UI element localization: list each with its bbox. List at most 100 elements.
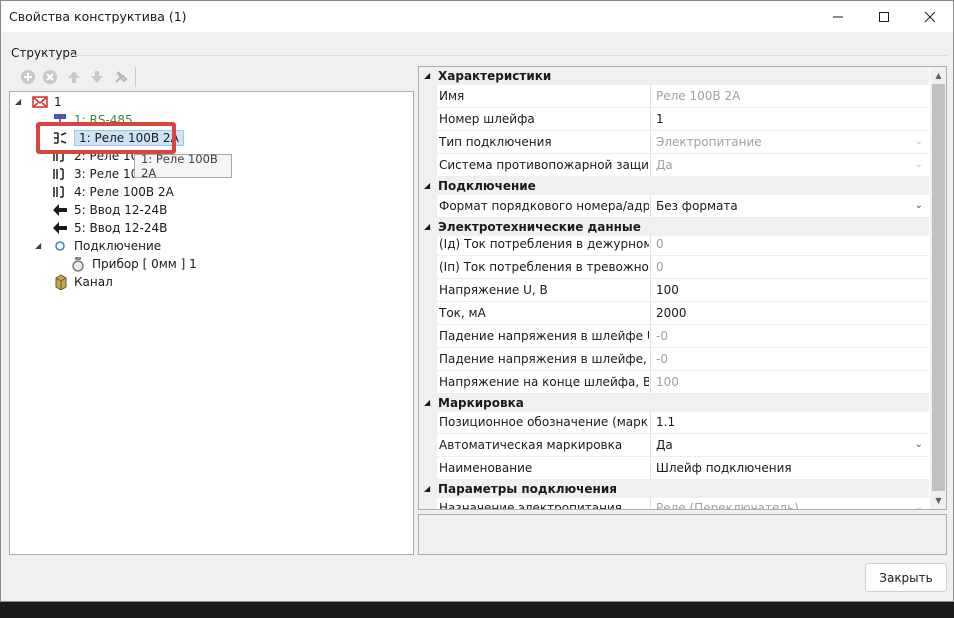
scroll-down-icon[interactable]: ▼ xyxy=(930,492,946,509)
property-description-panel xyxy=(418,514,947,555)
collapse-arrow-icon[interactable]: ◢ xyxy=(424,394,430,412)
row-gutter xyxy=(419,371,437,394)
row-gutter xyxy=(419,131,437,154)
tree-root-label: 1 xyxy=(54,95,62,109)
property-row[interactable]: Система противопожарной защиты Да ⌄ xyxy=(419,154,929,177)
tree-item-label: 5: Ввод 12-24В xyxy=(74,203,168,217)
property-row[interactable]: Номер шлейфа 1 xyxy=(419,108,929,131)
scroll-up-icon[interactable]: ▲ xyxy=(930,67,946,84)
property-row[interactable]: Автоматическая маркировка Да ⌄ xyxy=(419,434,929,457)
tree-item[interactable]: 4: Реле 100В 2А xyxy=(52,183,174,201)
envelope-icon xyxy=(32,94,48,110)
tree-item-label: Прибор [ 0мм ] 1 xyxy=(92,257,197,271)
property-row[interactable]: Ток, мА 2000 xyxy=(419,302,929,325)
move-up-icon xyxy=(68,71,80,83)
close-button[interactable]: Закрыть xyxy=(865,563,947,592)
collapse-arrow-icon[interactable]: ◢ xyxy=(424,480,430,498)
row-gutter xyxy=(419,108,437,131)
tree-item[interactable]: 3: Реле 100 xyxy=(52,165,146,183)
property-row[interactable]: (Iп) Ток потребления в тревожном р... 0 xyxy=(419,256,929,279)
row-gutter xyxy=(419,279,437,302)
minimize-button[interactable] xyxy=(815,1,861,32)
input-arrow-icon xyxy=(52,202,68,218)
row-gutter xyxy=(419,325,437,348)
expand-arrow-icon[interactable]: ◢ xyxy=(15,97,21,106)
row-gutter xyxy=(419,302,437,325)
move-down-button[interactable] xyxy=(88,68,106,86)
tree-item[interactable]: 5: Ввод 12-24В xyxy=(52,219,167,237)
category-characteristics[interactable]: ◢ Характеристики xyxy=(419,67,929,85)
category-connection[interactable]: ◢ Подключение xyxy=(419,177,929,195)
row-gutter xyxy=(419,411,437,434)
circle-icon xyxy=(52,238,68,254)
property-grid[interactable]: ◢ Характеристики Имя Реле 100В 2А Номер … xyxy=(418,66,947,510)
property-row[interactable]: Напряжение на конце шлейфа, В 100 xyxy=(419,371,929,394)
tree-item-label: 4: Реле 100В 2А xyxy=(74,185,174,199)
minimize-icon xyxy=(833,16,843,17)
maximize-button[interactable] xyxy=(861,1,907,32)
input-arrow-icon xyxy=(52,220,68,236)
property-row[interactable]: Напряжение U, В 100 xyxy=(419,279,929,302)
relay-icon xyxy=(52,184,68,200)
property-row[interactable]: Тип подключения Электропитание ⌄ xyxy=(419,131,929,154)
category-connection-params[interactable]: ◢ Параметры подключения xyxy=(419,480,929,498)
move-up-button[interactable] xyxy=(65,68,83,86)
row-gutter xyxy=(419,256,437,279)
remove-icon xyxy=(43,70,57,84)
annotation-highlight-box xyxy=(36,122,176,154)
chevron-down-icon[interactable]: ⌄ xyxy=(915,439,923,450)
property-row[interactable]: Падение напряжения в шлейфе Uпа... -0 xyxy=(419,325,929,348)
tooltip: 1: Реле 100В 2А xyxy=(134,152,232,180)
tools-button[interactable] xyxy=(112,68,130,86)
tree-item-label: 5: Ввод 12-24В xyxy=(74,221,168,235)
relay-icon xyxy=(52,166,68,182)
structure-toolbar xyxy=(13,66,413,88)
property-scrollbar[interactable]: ▲ ▼ xyxy=(930,67,946,509)
row-gutter xyxy=(419,457,437,480)
tree-item-label: Подключение xyxy=(74,239,162,253)
expand-arrow-icon[interactable]: ◢ xyxy=(35,241,41,250)
property-row[interactable]: (Iд) Ток потребления в дежурном ре... 0 xyxy=(419,233,929,256)
row-gutter xyxy=(419,434,437,457)
category-marking[interactable]: ◢ Маркировка xyxy=(419,394,929,412)
structure-label: Структура xyxy=(11,46,78,60)
property-row[interactable]: Наименование Шлейф подключения xyxy=(419,457,929,480)
window-title: Свойства конструктива (1) xyxy=(9,9,187,24)
row-gutter xyxy=(419,497,437,509)
maximize-icon xyxy=(879,11,889,22)
tree-item[interactable]: Прибор [ 0мм ] 1 xyxy=(70,255,197,273)
add-button[interactable] xyxy=(19,68,37,86)
toolbar-separator xyxy=(135,67,136,87)
tree-item[interactable]: Канал xyxy=(52,273,113,291)
tree-item-connection[interactable]: Подключение xyxy=(52,237,161,255)
group-divider xyxy=(71,55,947,56)
chevron-down-icon: ⌄ xyxy=(914,136,923,147)
close-window-button[interactable] xyxy=(907,1,953,32)
property-row[interactable]: Позиционное обозначение (маркир... 1.1 xyxy=(419,411,929,434)
scroll-thumb[interactable] xyxy=(932,84,945,491)
property-row[interactable]: Формат порядкового номера/адреса Без фор… xyxy=(419,195,929,218)
property-row[interactable]: Падение напряжения в шлейфе, % -0 xyxy=(419,348,929,371)
chevron-down-icon: ⌄ xyxy=(914,159,923,170)
dialog-window: Свойства конструктива (1) Структура ◢ 1 … xyxy=(0,0,954,602)
row-gutter xyxy=(419,348,437,371)
tree-root[interactable]: 1 xyxy=(32,93,62,111)
row-gutter xyxy=(419,85,437,108)
row-gutter xyxy=(419,195,437,218)
property-row[interactable]: Имя Реле 100В 2А xyxy=(419,85,929,108)
tree-item-label: Канал xyxy=(74,275,113,289)
device-icon xyxy=(70,256,86,272)
chevron-down-icon[interactable]: ⌄ xyxy=(915,200,923,211)
row-gutter xyxy=(419,233,437,256)
add-icon xyxy=(21,70,35,84)
remove-button[interactable] xyxy=(41,68,59,86)
close-icon xyxy=(924,11,936,22)
chevron-down-icon: ⌄ xyxy=(914,502,923,510)
move-down-icon xyxy=(91,71,103,83)
tree-item[interactable]: 5: Ввод 12-24В xyxy=(52,201,167,219)
title-bar[interactable]: Свойства конструктива (1) xyxy=(1,1,953,32)
row-gutter xyxy=(419,154,437,177)
collapse-arrow-icon[interactable]: ◢ xyxy=(424,177,430,195)
property-row[interactable]: Назначение электропитания Реле (Переключ… xyxy=(419,497,929,510)
collapse-arrow-icon[interactable]: ◢ xyxy=(424,67,430,85)
